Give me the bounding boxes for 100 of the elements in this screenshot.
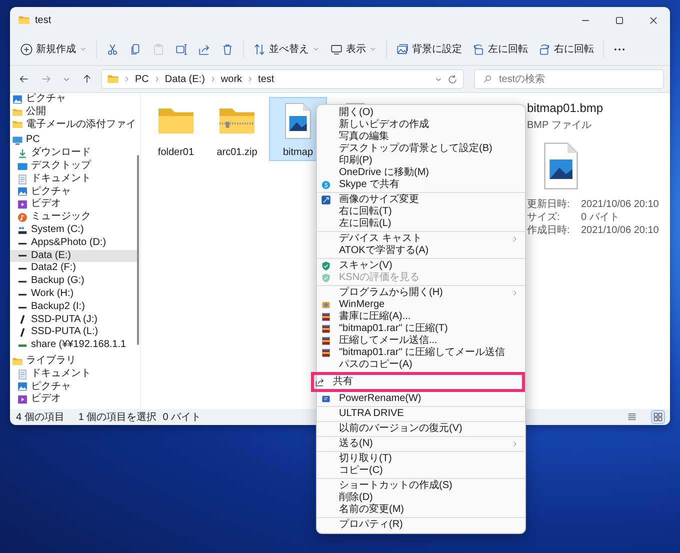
nav-item[interactable]: 電子メールの添付ファイ [10,118,137,132]
archive-icon [321,312,331,322]
nav-item[interactable]: Data (E:) [10,250,137,262]
menu-item[interactable]: 圧縮してメール送信... [317,335,525,347]
menu-item[interactable]: 共有 [311,372,525,392]
nav-item[interactable]: ビデオ [10,393,137,406]
menu-item[interactable]: OneDrive に移動(M) [317,167,525,179]
nav-item[interactable]: ミュージック [10,211,137,224]
menu-item[interactable]: 右に回転(T) [317,206,525,218]
system-drive-icon [17,224,28,236]
caret-icon [312,45,320,53]
picture-icon [17,381,28,392]
nav-item[interactable]: share (¥¥192.168.1.1 [10,339,137,352]
nav-item[interactable]: Backup (G:) [10,275,137,288]
nav-item[interactable]: SSD-PUTA (L:) [10,326,137,340]
picture-icon [17,186,28,198]
nav-item[interactable]: System (C:) [10,224,137,237]
menu-item[interactable]: デバイス キャスト [317,233,525,245]
nav-item[interactable]: Backup2 (I:) [10,300,137,314]
menu-item[interactable]: プログラムから開く(H) [317,287,525,299]
menu-item[interactable]: コピー(C) [317,465,525,477]
menu-item[interactable]: 削除(D) [317,492,525,504]
copy-icon [129,42,142,56]
folder-icon [12,106,23,118]
folder-icon [12,119,23,130]
file-name: bitmap01.bmp [527,101,604,115]
rotate-left-button[interactable]: 左に回転 [468,37,532,61]
menu-item[interactable]: PowerRename(W) [317,393,525,405]
breadcrumb[interactable]: test [258,74,274,84]
sort-button[interactable]: 並べ替え [249,37,324,61]
details-view-button[interactable] [626,411,638,423]
menu-item[interactable]: ATOKで学習する(A) [317,245,525,257]
up-arrow-icon [81,73,93,85]
nav-item[interactable]: Data2 (F:) [10,262,137,276]
nav-item[interactable]: ピクチャ [10,380,137,394]
search-input[interactable]: testの検索 [496,72,655,86]
menu-item[interactable]: 左に回転(L) [317,218,525,230]
menu-item[interactable]: "bitmap01.rar" に圧縮(T) [317,323,525,335]
menu-item[interactable]: ショートカットの作成(S) [317,480,525,492]
app-icon [321,300,331,310]
scissors-icon [106,42,119,56]
window-title: test [35,14,52,26]
archive-icon [321,336,331,346]
menu-item[interactable]: 書庫に圧縮(A)... [317,311,525,323]
menu-item[interactable]: 画像のサイズ変更 [317,194,525,206]
details-view-icon [627,412,637,422]
desktop-icon [17,160,28,172]
refresh-icon [447,74,458,84]
menu-item[interactable]: Skype で共有 [317,179,525,191]
menu-item[interactable]: "bitmap01.rar" に圧縮してメール送信 [317,347,525,359]
menu-item[interactable]: パスのコピー(A) [317,359,525,371]
large-icons-icon [653,412,663,422]
large-icons-view-button[interactable] [652,411,664,423]
nav-item[interactable]: デスクトップ [10,160,137,173]
menu-item[interactable]: プロパティ(R) [317,519,525,531]
nav-item[interactable]: ダウンロード [10,147,137,160]
download-icon [17,148,28,160]
image-icon [396,42,409,56]
nav-item[interactable]: Apps&Photo (D:) [10,236,137,250]
search-icon [483,74,492,84]
music-icon [17,212,28,224]
nav-item[interactable]: Work (H:) [10,288,137,301]
property-value: 2021/10/06 20:10 [581,224,659,237]
folder-icon [18,14,30,26]
nav-item[interactable]: SSD-PUTA (J:) [10,314,137,326]
menu-item[interactable]: ULTRA DRIVE [317,408,525,420]
plus-circle-icon [20,42,33,56]
shield-check-icon [321,261,331,271]
chevron-icon [123,75,131,83]
image-resize-icon [321,195,331,205]
breadcrumb[interactable]: Data (E:) [164,74,205,84]
nav-item[interactable]: ビデオ [10,198,137,212]
address-bar[interactable]: PC Data (E:) work test [101,69,464,89]
set-background-button[interactable]: 背景に設定 [392,37,466,61]
view-button[interactable]: 表示 [326,37,381,61]
menu-item[interactable]: 送る(N) [317,438,525,450]
menu-item[interactable]: 以前のバージョンの復元(V) [317,423,525,435]
nav-item[interactable]: PC [10,134,137,148]
menu-item[interactable]: WinMerge [317,299,525,311]
s-circle-icon [321,180,331,190]
rotate-right-button[interactable]: 右に回転 [534,37,598,61]
file-item[interactable]: folder01 [147,97,205,161]
nav-item[interactable]: 公開 [10,106,137,119]
nav-item[interactable]: ピクチャ [10,186,137,198]
new-button[interactable]: 新規作成 [16,37,91,61]
menu-item[interactable]: スキャン(V) [317,260,525,272]
breadcrumb[interactable]: PC [135,74,149,84]
nav-item[interactable]: ピクチャ [10,93,137,106]
search-field[interactable]: testの検索 [474,69,664,89]
breadcrumb[interactable]: work [220,74,242,84]
caret-icon [79,45,87,53]
menu-item[interactable]: 切り取り(T) [317,453,525,465]
nav-item[interactable]: ドキュメント [10,368,137,381]
scrollbar-thumb[interactable] [137,155,139,345]
file-item[interactable]: arc01.zip [208,97,266,161]
menu-item[interactable]: 名前の変更(M) [317,504,525,516]
nav-item[interactable]: ライブラリ [10,354,137,368]
nav-item[interactable]: ドキュメント [10,172,137,186]
sort-arrows-icon [253,42,266,56]
trash-icon [221,42,234,56]
